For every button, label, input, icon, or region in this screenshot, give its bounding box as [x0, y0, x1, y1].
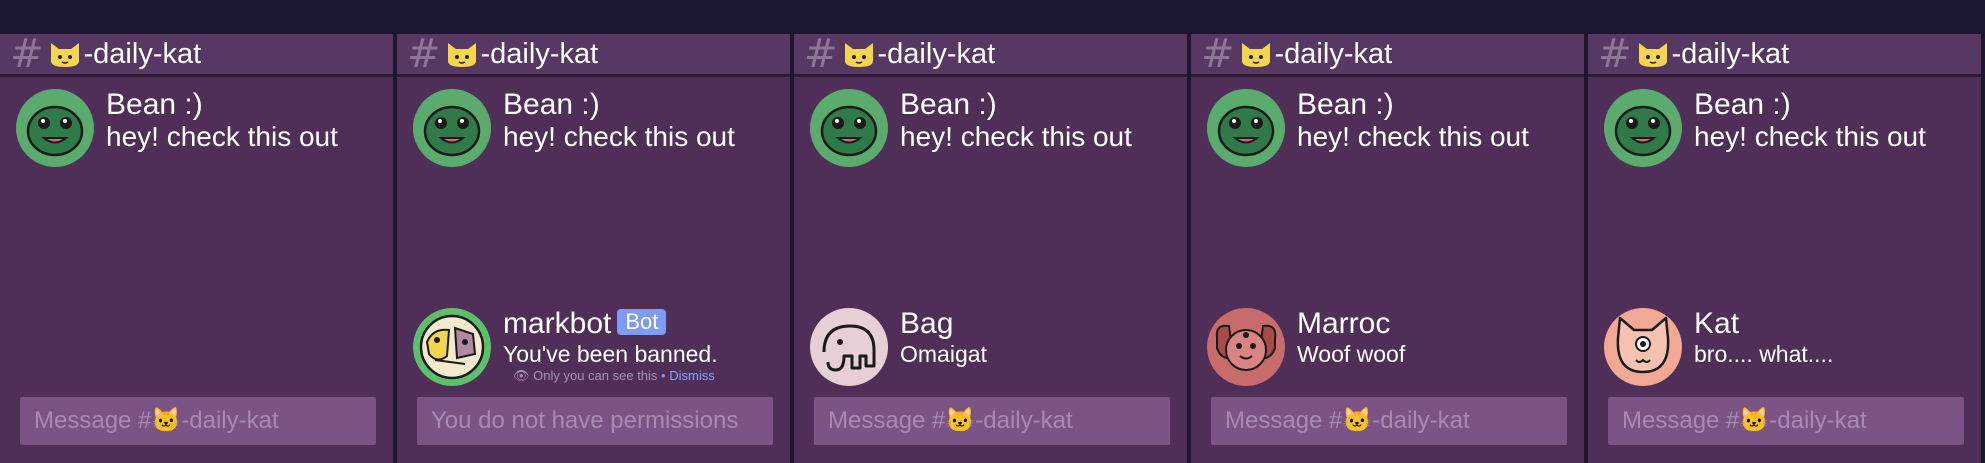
- message-author[interactable]: Bean :): [503, 89, 735, 121]
- channel-title: -daily-kat: [48, 37, 202, 71]
- author-name[interactable]: markbot: [503, 307, 611, 340]
- message-text: hey! check this out: [1694, 121, 1926, 152]
- channel-name: -daily-kat: [83, 37, 202, 70]
- message-markbot: markbot Bot You've been banned. 👁 Only yo…: [413, 308, 718, 386]
- dismiss-link[interactable]: Dismiss: [669, 368, 715, 383]
- channel-name: -daily-kat: [877, 37, 996, 70]
- channel-header: # -daily-kat: [1588, 34, 1981, 77]
- channel-header: # -daily-kat: [794, 34, 1187, 77]
- chat-panel-2: # -daily-kat Bean :) hey! check this out…: [397, 34, 790, 463]
- channel-name: -daily-kat: [1274, 37, 1393, 70]
- message-text: hey! check this out: [503, 121, 735, 152]
- message-bean: Bean :) hey! check this out: [16, 89, 338, 167]
- ephemeral-text: Only you can see this •: [533, 368, 666, 383]
- message-kat: Kat bro.... what....: [1604, 308, 1833, 386]
- message-input[interactable]: [814, 397, 1170, 445]
- chat-panel-1: # -daily-kat Bean :) hey! check this out: [0, 34, 393, 463]
- message-author[interactable]: Bean :): [1297, 89, 1529, 121]
- message-text: Woof woof: [1297, 341, 1406, 367]
- message-author[interactable]: Kat: [1694, 308, 1833, 340]
- message-marroc: Marroc Woof woof: [1207, 308, 1405, 386]
- message-input[interactable]: [1608, 397, 1964, 445]
- chat-panel-5: # -daily-kat Bean :) hey! check this out…: [1588, 34, 1981, 463]
- message-text: hey! check this out: [900, 121, 1132, 152]
- message-input-box: [1608, 397, 1964, 445]
- cat-emoji-icon: [844, 43, 873, 67]
- channel-hash-icon: #: [1598, 34, 1632, 77]
- cat-emoji-icon: [1638, 43, 1667, 67]
- message-author[interactable]: Bean :): [106, 89, 338, 121]
- frog-avatar-icon[interactable]: [1207, 89, 1285, 167]
- eye-icon: 👁: [513, 368, 530, 383]
- message-text: You've been banned.: [503, 341, 718, 367]
- message-author[interactable]: Bean :): [1694, 89, 1926, 121]
- cyclops-cat-avatar-icon[interactable]: [1604, 308, 1682, 386]
- channel-header: # -daily-kat: [397, 34, 790, 77]
- message-input[interactable]: [1211, 397, 1567, 445]
- channel-title: -daily-kat: [445, 37, 599, 71]
- message-input-box: [20, 397, 376, 445]
- elephant-avatar-icon[interactable]: [810, 308, 888, 386]
- chat-panels: # -daily-kat Bean :) hey! check this out…: [0, 34, 1985, 463]
- message-input-box: [1211, 397, 1567, 445]
- channel-header: # -daily-kat: [0, 34, 393, 77]
- message-text: Omaigat: [900, 341, 987, 367]
- message-author[interactable]: Bag: [900, 308, 987, 340]
- bot-avatar-icon[interactable]: [413, 308, 491, 386]
- channel-hash-icon: #: [804, 34, 838, 77]
- channel-title: -daily-kat: [1636, 37, 1790, 71]
- channel-header: # -daily-kat: [1191, 34, 1584, 77]
- frog-avatar-icon[interactable]: [16, 89, 94, 167]
- chat-panel-3: # -daily-kat Bean :) hey! check this out…: [794, 34, 1187, 463]
- channel-name: -daily-kat: [1671, 37, 1790, 70]
- message-text: hey! check this out: [1297, 121, 1529, 152]
- frog-avatar-icon[interactable]: [1604, 89, 1682, 167]
- cat-emoji-icon: [50, 43, 79, 67]
- bot-badge: Bot: [617, 309, 667, 335]
- message-bean: Bean :) hey! check this out: [810, 89, 1132, 167]
- channel-hash-icon: #: [407, 34, 441, 77]
- channel-hash-icon: #: [10, 34, 44, 77]
- message-author[interactable]: Marroc: [1297, 308, 1405, 340]
- cat-emoji-icon: [1241, 43, 1270, 67]
- frog-avatar-icon[interactable]: [810, 89, 888, 167]
- ephemeral-notice: 👁 Only you can see this • Dismiss: [513, 368, 718, 384]
- message-bean: Bean :) hey! check this out: [1604, 89, 1926, 167]
- chat-panel-4: # -daily-kat Bean :) hey! check this out…: [1191, 34, 1584, 463]
- channel-title: -daily-kat: [1239, 37, 1393, 71]
- message-author[interactable]: Bean :): [900, 89, 1132, 121]
- message-text: hey! check this out: [106, 121, 338, 152]
- message-input-box: [814, 397, 1170, 445]
- dog-avatar-icon[interactable]: [1207, 308, 1285, 386]
- channel-name: -daily-kat: [480, 37, 599, 70]
- message-bean: Bean :) hey! check this out: [1207, 89, 1529, 167]
- message-input[interactable]: [20, 397, 376, 445]
- message-input[interactable]: [417, 397, 773, 445]
- channel-title: -daily-kat: [842, 37, 996, 71]
- message-bean: Bean :) hey! check this out: [413, 89, 735, 167]
- cat-emoji-icon: [447, 43, 476, 67]
- message-author: markbot Bot: [503, 308, 718, 340]
- channel-hash-icon: #: [1201, 34, 1235, 77]
- frog-avatar-icon[interactable]: [413, 89, 491, 167]
- message-text: bro.... what....: [1694, 341, 1834, 367]
- message-bag: Bag Omaigat: [810, 308, 987, 386]
- top-bar: [0, 0, 1985, 34]
- message-input-box: [417, 397, 773, 445]
